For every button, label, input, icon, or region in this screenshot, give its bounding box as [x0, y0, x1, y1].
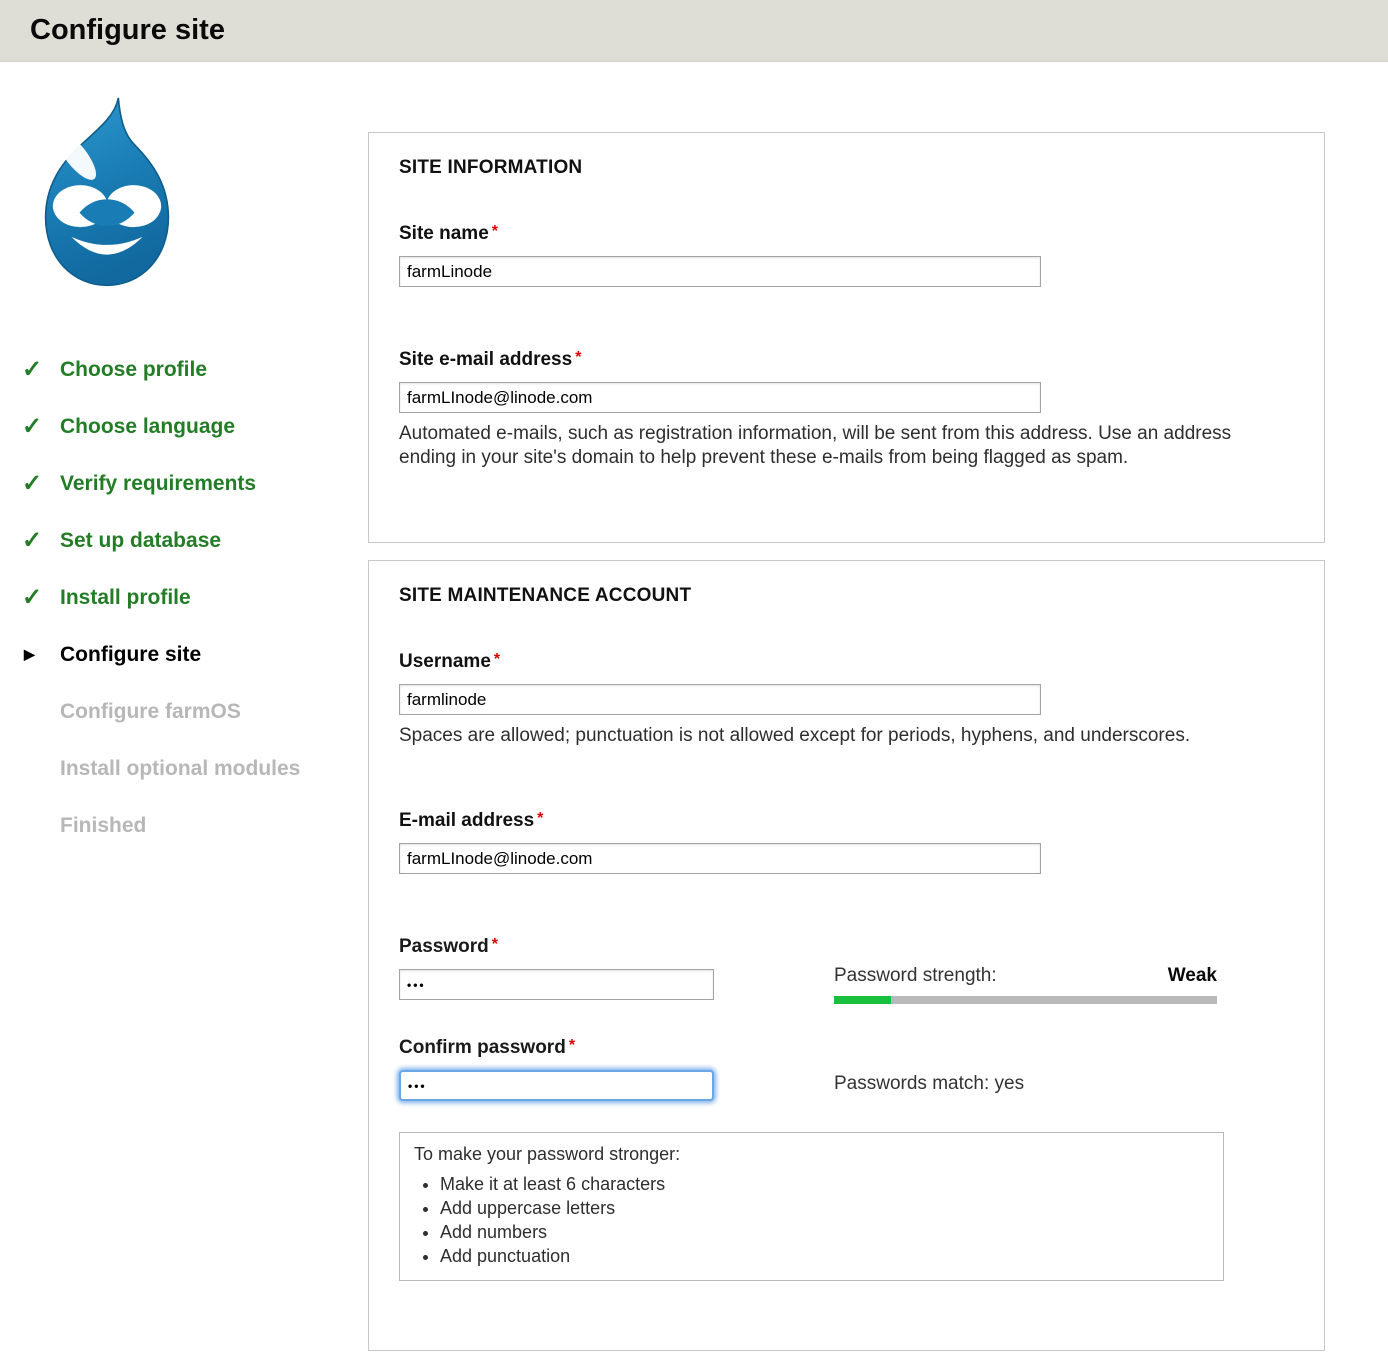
- sidebar-item-label: Set up database: [60, 527, 221, 554]
- required-asterisk: *: [569, 1037, 575, 1054]
- password-strength-label: Password strength:: [834, 965, 997, 987]
- sidebar-item-label: Choose profile: [60, 356, 207, 383]
- password-suggestion-item: Make it at least 6 characters: [440, 1172, 1209, 1196]
- sidebar-item-choose-profile: ✓ Choose profile: [22, 356, 368, 383]
- sidebar-item-label: Configure site: [60, 641, 201, 668]
- site-email-field: Site e-mail address* Automated e-mails, …: [399, 349, 1294, 470]
- sidebar-item-label: Finished: [60, 812, 146, 839]
- check-icon: ✓: [22, 527, 60, 554]
- sidebar-item-verify-requirements: ✓ Verify requirements: [22, 470, 368, 497]
- sidebar-item-label: Configure farmOS: [60, 698, 241, 725]
- check-icon: ✓: [22, 584, 60, 611]
- sidebar-item-label: Install optional modules: [60, 755, 300, 782]
- sidebar-item-choose-language: ✓ Choose language: [22, 413, 368, 440]
- site-name-field: Site name*: [399, 223, 1294, 287]
- check-icon: ✓: [22, 470, 60, 497]
- sidebar-item-finished: Finished: [22, 812, 368, 839]
- sidebar-item-set-up-database: ✓ Set up database: [22, 527, 368, 554]
- site-information-fieldset: SITE INFORMATION Site name* Site e-mail …: [368, 132, 1325, 543]
- site-email-input[interactable]: [399, 382, 1041, 413]
- site-email-label: Site e-mail address*: [399, 349, 1294, 371]
- password-suggestion-item: Add numbers: [440, 1220, 1209, 1244]
- site-information-title: SITE INFORMATION: [399, 157, 1294, 179]
- password-label: Password*: [399, 936, 834, 958]
- password-strength-bar: [834, 996, 1217, 1004]
- sidebar-item-install-optional-modules: Install optional modules: [22, 755, 368, 782]
- confirm-password-field: Confirm password*: [399, 1037, 834, 1101]
- sidebar-item-label: Choose language: [60, 413, 235, 440]
- username-field: Username* Spaces are allowed; punctuatio…: [399, 651, 1294, 748]
- sidebar: ✓ Choose profile ✓ Choose language ✓ Ver…: [0, 62, 368, 1368]
- password-suggestions-list: Make it at least 6 characters Add upperc…: [440, 1172, 1209, 1268]
- account-email-label: E-mail address*: [399, 810, 1294, 832]
- site-email-description: Automated e-mails, such as registration …: [399, 422, 1259, 470]
- username-description: Spaces are allowed; punctuation is not a…: [399, 724, 1219, 748]
- account-email-input[interactable]: [399, 843, 1041, 874]
- sidebar-item-configure-farmos: Configure farmOS: [22, 698, 368, 725]
- username-label: Username*: [399, 651, 1294, 673]
- password-suggestion-item: Add uppercase letters: [440, 1196, 1209, 1220]
- password-suggestion-item: Add punctuation: [440, 1244, 1209, 1268]
- confirm-password-input[interactable]: [399, 1070, 714, 1101]
- password-strength-level: Weak: [1168, 965, 1217, 987]
- sidebar-item-label: Verify requirements: [60, 470, 256, 497]
- password-suggestions-title: To make your password stronger:: [414, 1142, 1209, 1166]
- confirm-password-label: Confirm password*: [399, 1037, 834, 1059]
- required-asterisk: *: [494, 651, 500, 668]
- passwords-match-status: Passwords match: yes: [834, 1037, 1217, 1101]
- page-title: Configure site: [30, 14, 225, 47]
- passwords-match-label: Passwords match:: [834, 1073, 989, 1094]
- sidebar-item-configure-site: ▶ Configure site: [22, 641, 368, 668]
- required-asterisk: *: [575, 349, 581, 366]
- required-asterisk: *: [492, 223, 498, 240]
- check-icon: ✓: [22, 356, 60, 383]
- page-header: Configure site: [0, 0, 1388, 62]
- install-steps: ✓ Choose profile ✓ Choose language ✓ Ver…: [22, 356, 368, 839]
- account-email-field: E-mail address*: [399, 810, 1294, 874]
- password-field: Password*: [399, 936, 834, 1004]
- confirm-password-row: Confirm password* Passwords match: yes: [399, 1037, 1294, 1101]
- password-strength-indicator: Password strength: Weak: [834, 936, 1217, 1004]
- druplicon-icon: [26, 93, 188, 295]
- required-asterisk: *: [492, 936, 498, 953]
- passwords-match-value: yes: [995, 1073, 1025, 1094]
- drupal-logo: [26, 93, 188, 300]
- sidebar-item-label: Install profile: [60, 584, 191, 611]
- site-maintenance-fieldset: SITE MAINTENANCE ACCOUNT Username* Space…: [368, 560, 1325, 1351]
- password-suggestions-box: To make your password stronger: Make it …: [399, 1132, 1224, 1281]
- required-asterisk: *: [537, 810, 543, 827]
- check-icon: ✓: [22, 413, 60, 440]
- site-name-input[interactable]: [399, 256, 1041, 287]
- password-strength-fill: [834, 996, 891, 1004]
- sidebar-item-install-profile: ✓ Install profile: [22, 584, 368, 611]
- site-name-label: Site name*: [399, 223, 1294, 245]
- main-content: SITE INFORMATION Site name* Site e-mail …: [368, 62, 1325, 1368]
- site-maintenance-title: SITE MAINTENANCE ACCOUNT: [399, 585, 1294, 607]
- password-input[interactable]: [399, 969, 714, 1000]
- active-step-arrow-icon: ▶: [22, 641, 60, 668]
- password-row: Password* Password strength: Weak: [399, 936, 1294, 1004]
- username-input[interactable]: [399, 684, 1041, 715]
